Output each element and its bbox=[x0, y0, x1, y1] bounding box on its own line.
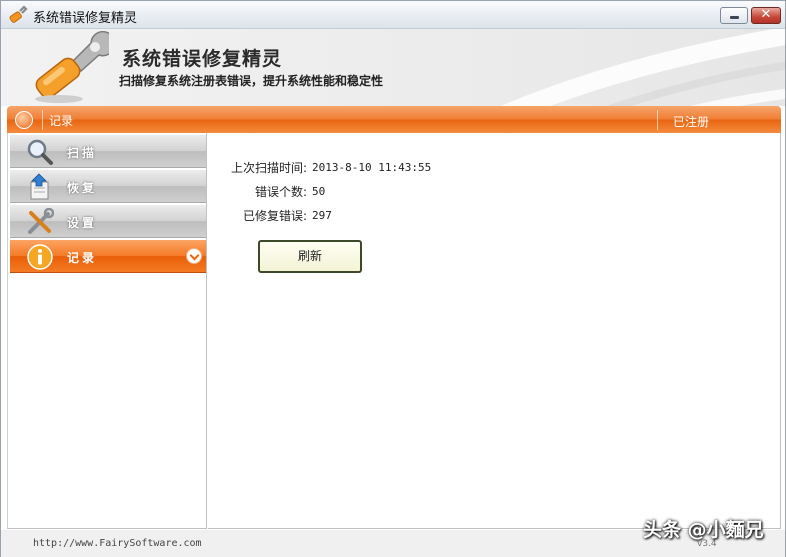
tools-icon bbox=[28, 208, 54, 234]
info-icon bbox=[27, 244, 53, 270]
refresh-button[interactable]: 刷新 bbox=[258, 240, 362, 273]
divider bbox=[657, 110, 658, 130]
magnifier-icon bbox=[27, 139, 53, 165]
sidebar-item-records[interactable]: 记录 bbox=[10, 240, 206, 273]
divider bbox=[42, 110, 43, 130]
home-icon[interactable] bbox=[15, 111, 33, 129]
website-link[interactable]: http://www.FairySoftware.com bbox=[33, 538, 202, 549]
fixed-label: 已修复错误: bbox=[242, 209, 307, 223]
sidebar-item-label: 恢复 bbox=[67, 181, 98, 195]
errors-value-text: 50 bbox=[312, 185, 326, 198]
sidebar-item-label: 扫描 bbox=[67, 146, 98, 160]
header-banner: 系统错误修复精灵 扫描修复系统注册表错误，提升系统性能和稳定性 bbox=[1, 29, 785, 106]
last-scan-value-text: 2013-8-10 11:43:55 bbox=[312, 161, 432, 174]
watermark: 头条 @小麵兄 bbox=[643, 519, 764, 541]
restore-icon bbox=[30, 173, 49, 200]
window-title: 系统错误修复精灵 bbox=[33, 11, 138, 26]
sidebar-item-settings[interactable]: 设置 bbox=[10, 205, 206, 238]
fixed-row: 已修复错误: bbox=[208, 207, 307, 223]
sidebar-item-scan[interactable]: 扫描 bbox=[10, 135, 206, 168]
records-panel: 上次扫描时间: 2013-8-10 11:43:55 错误个数: 50 已修复错… bbox=[208, 133, 781, 529]
decorative-swirl bbox=[500, 29, 785, 106]
app-name: 系统错误修复精灵 bbox=[122, 48, 283, 70]
registration-status: 已注册 bbox=[673, 115, 710, 129]
sidebar-item-label: 记录 bbox=[67, 251, 98, 265]
last-scan-label: 上次扫描时间: bbox=[230, 161, 307, 175]
chevron-down-icon[interactable] bbox=[186, 248, 202, 264]
breadcrumb: 记录 bbox=[49, 114, 74, 128]
wrench-logo-icon bbox=[35, 31, 109, 103]
sidebar-item-label: 设置 bbox=[67, 216, 98, 230]
close-icon: ✕ bbox=[760, 7, 772, 22]
sidebar: 扫描 恢复 设置 记录 bbox=[7, 133, 207, 529]
close-button[interactable]: ✕ bbox=[751, 7, 781, 24]
fixed-value-text: 297 bbox=[312, 209, 332, 222]
nav-bar: 记录 已注册 bbox=[7, 106, 781, 133]
last-scan-row: 上次扫描时间: bbox=[208, 159, 307, 175]
title-bar[interactable]: 系统错误修复精灵 ✕ bbox=[1, 1, 785, 29]
app-window: 系统错误修复精灵 ✕ 系统错误修复精灵 扫描修复系统注册表错误，提升系统性能和稳… bbox=[0, 0, 786, 557]
minimize-button[interactable] bbox=[720, 7, 748, 24]
errors-row: 错误个数: bbox=[208, 183, 307, 199]
errors-label: 错误个数: bbox=[254, 185, 307, 199]
wrench-app-icon bbox=[9, 5, 28, 23]
sidebar-item-restore[interactable]: 恢复 bbox=[10, 170, 206, 203]
app-description: 扫描修复系统注册表错误，提升系统性能和稳定性 bbox=[119, 74, 384, 88]
